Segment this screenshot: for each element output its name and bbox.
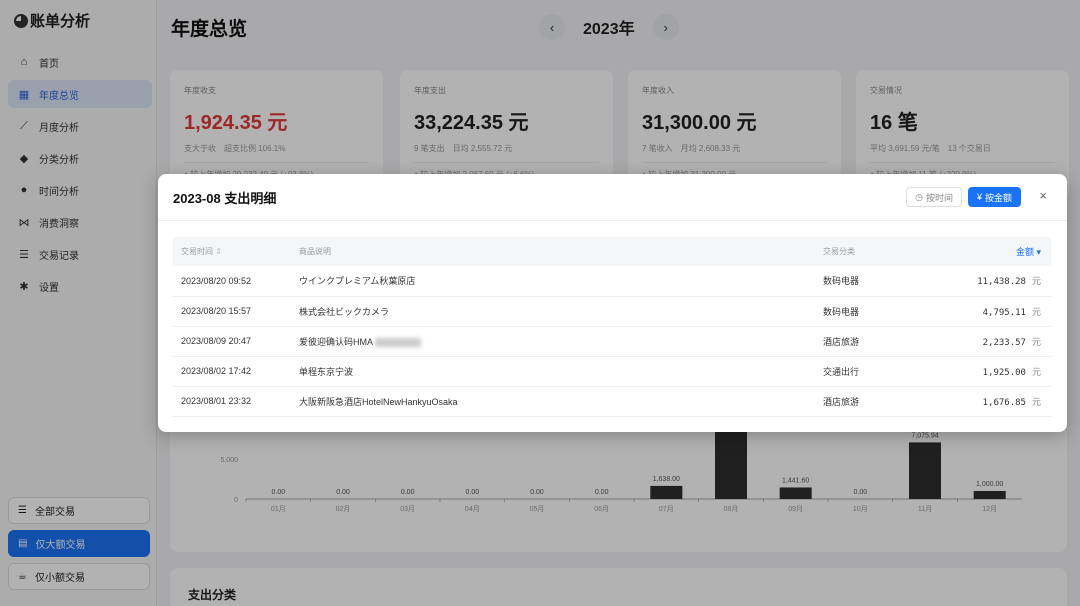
- clock-icon: ◷: [915, 191, 923, 202]
- sort-toggle: ◷ 按时间 ¥ 按金额: [906, 187, 1021, 207]
- table-header-row: 交易时间 ⇕ 商品说明 交易分类 金额 ▾: [173, 237, 1051, 266]
- table-row[interactable]: 2023/08/09 20:47 爱彼迎确认码HMA 酒店旅游 2,233.57…: [173, 326, 1051, 357]
- table-row[interactable]: 2023/08/02 17:42 单程东京宁波 交通出行 1,925.00 元: [173, 356, 1051, 387]
- column-header-category: 交易分类: [823, 247, 855, 256]
- table-row[interactable]: 2023/08/20 15:57 株式会社ビックカメラ 数码电器 4,795.1…: [173, 296, 1051, 327]
- close-icon[interactable]: ×: [1039, 188, 1047, 203]
- column-header-desc: 商品说明: [299, 247, 331, 256]
- redacted-block: [375, 337, 421, 347]
- column-header-amount[interactable]: 金额 ▾: [955, 237, 1051, 266]
- expense-detail-modal: 2023-08 支出明细 ◷ 按时间 ¥ 按金额 × 交易时间 ⇕ 商品说明 交…: [158, 174, 1067, 432]
- sort-desc-icon: ▾: [1036, 247, 1041, 257]
- sort-by-amount-button[interactable]: ¥ 按金额: [967, 187, 1021, 207]
- table-row[interactable]: 2023/08/01 23:32 大阪新阪急酒店HotelNewHankyuOs…: [173, 386, 1051, 417]
- yen-icon: ¥: [976, 192, 982, 202]
- table-row[interactable]: 2023/08/20 09:52 ウインクプレミアム秋葉原店 数码电器 11,4…: [173, 266, 1051, 297]
- column-header-time[interactable]: 交易时间 ⇕: [173, 237, 291, 266]
- expense-table: 交易时间 ⇕ 商品说明 交易分类 金额 ▾ 2023/08/20 09:52 ウ…: [173, 237, 1051, 417]
- modal-title: 2023-08 支出明细: [173, 190, 277, 206]
- sort-icon: ⇕: [215, 247, 222, 256]
- sort-by-time-button[interactable]: ◷ 按时间: [906, 187, 962, 207]
